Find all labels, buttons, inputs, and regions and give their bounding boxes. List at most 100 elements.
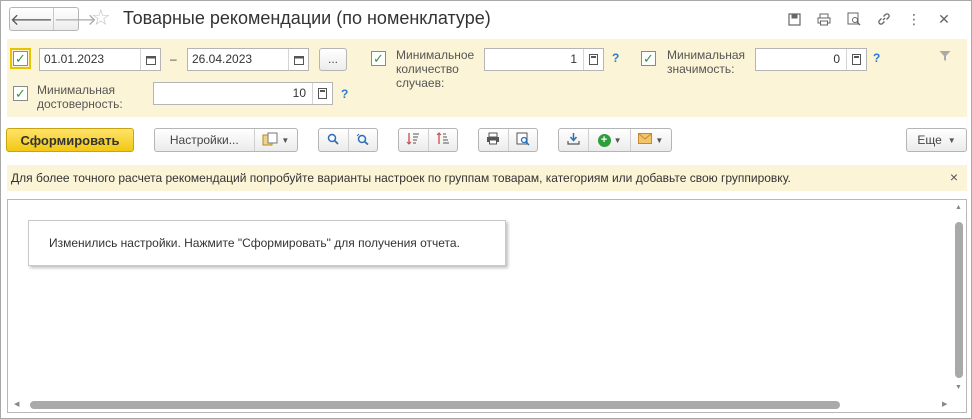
page-title: Товарные рекомендации (по номенклатуре): [123, 8, 491, 28]
min-cases-checkbox[interactable]: ✓: [371, 51, 386, 66]
print-icon[interactable]: [809, 9, 839, 29]
generate-button[interactable]: Сформировать: [6, 128, 134, 152]
check-icon: ✓: [373, 51, 384, 66]
min-cases-label-line3: случаев:: [396, 76, 445, 90]
min-significance-help[interactable]: ?: [873, 51, 880, 65]
print-icon: [486, 132, 500, 148]
find-next-button[interactable]: [347, 129, 377, 151]
print-preview-button[interactable]: [507, 129, 537, 151]
vertical-scroll-thumb[interactable]: [955, 222, 963, 378]
settings-group: Настройки... ▼: [154, 128, 298, 152]
min-reliability-label-line1: Минимальная: [37, 83, 116, 97]
period-checkbox[interactable]: ✓: [10, 48, 31, 69]
close-icon[interactable]: ✕: [929, 9, 959, 29]
calculator-icon[interactable]: [846, 49, 866, 70]
chevron-down-icon: ▼: [655, 135, 664, 145]
calendar-icon[interactable]: [140, 49, 160, 70]
sort-ascending-button[interactable]: [427, 129, 457, 151]
period-separator: –: [170, 52, 177, 66]
scroll-corner: [952, 398, 966, 412]
min-reliability-label: Минимальная достоверность:: [37, 83, 123, 111]
report-area[interactable]: Изменились настройки. Нажмите "Сформиров…: [7, 199, 967, 413]
info-bar: Для более точного расчета рекомендаций п…: [7, 165, 967, 191]
print-group: [478, 128, 538, 152]
vertical-scrollbar[interactable]: ▲ ▼: [952, 200, 966, 412]
variants-dropdown[interactable]: ▼: [253, 129, 297, 151]
date-from-value: 01.01.2023: [44, 52, 105, 66]
filter-icon[interactable]: [939, 50, 951, 65]
save-icon[interactable]: [779, 9, 809, 29]
min-reliability-input[interactable]: 10: [153, 82, 333, 105]
min-reliability-help[interactable]: ?: [341, 87, 348, 101]
preview-icon: [516, 132, 530, 149]
window-actions: ⋮ ✕: [779, 9, 959, 29]
report-window: 🡐 🡒 ☆ Товарные рекомендации (по номенкла…: [0, 0, 972, 419]
download-icon: [567, 132, 580, 148]
check-icon: ✓: [15, 51, 26, 66]
date-to-value: 26.04.2023: [192, 52, 253, 66]
search-next-icon: [356, 133, 370, 148]
add-dropdown[interactable]: + ▼: [588, 129, 629, 151]
scroll-left-icon[interactable]: ◀: [14, 400, 19, 408]
download-button[interactable]: [559, 129, 588, 151]
min-cases-help[interactable]: ?: [612, 51, 619, 65]
more-label: Еще: [917, 133, 942, 147]
calendar-icon[interactable]: [288, 49, 308, 70]
horizontal-scroll-thumb[interactable]: [30, 401, 840, 409]
info-message: Для более точного расчета рекомендаций п…: [11, 171, 791, 185]
scroll-right-icon[interactable]: ▶: [942, 400, 947, 408]
min-reliability-checkbox[interactable]: ✓: [13, 86, 28, 101]
send-dropdown[interactable]: ▼: [629, 129, 671, 151]
sort-group: [398, 128, 458, 152]
more-button[interactable]: Еще ▼: [906, 128, 967, 152]
min-significance-label-line1: Минимальная: [667, 48, 746, 62]
calculator-icon[interactable]: [583, 49, 603, 70]
scroll-up-icon[interactable]: ▲: [955, 204, 962, 211]
settings-button[interactable]: Настройки...: [155, 129, 254, 151]
more-icon[interactable]: ⋮: [899, 9, 929, 29]
star-icon[interactable]: ☆: [91, 6, 111, 30]
search-icon: [327, 133, 340, 148]
title-bar: 🡐 🡒 ☆ Товарные рекомендации (по номенкла…: [1, 1, 971, 37]
arrow-left-icon: 🡐: [10, 11, 53, 29]
link-icon[interactable]: [869, 9, 899, 29]
min-cases-label: Минимальное количество случаев:: [396, 48, 474, 90]
close-icon[interactable]: ×: [950, 169, 958, 185]
print-button[interactable]: [479, 129, 508, 151]
date-from-field[interactable]: 01.01.2023: [39, 48, 161, 71]
min-significance-label-line2: значимость:: [667, 62, 735, 76]
sort-descending-button[interactable]: [399, 129, 428, 151]
find-button[interactable]: [319, 129, 348, 151]
min-significance-label: Минимальная значимость:: [667, 48, 745, 76]
min-reliability-value: 10: [292, 86, 306, 100]
chevron-down-icon: ▼: [947, 135, 956, 145]
min-cases-label-line1: Минимальное: [396, 48, 475, 62]
add-icon: +: [597, 133, 611, 147]
back-button[interactable]: 🡐: [10, 8, 53, 30]
min-significance-checkbox[interactable]: ✓: [641, 51, 656, 66]
report-variants-icon: [262, 132, 278, 149]
chevron-down-icon: ▼: [613, 135, 622, 145]
preview-icon[interactable]: [839, 9, 869, 29]
chevron-down-icon: ▼: [281, 135, 290, 145]
horizontal-scrollbar[interactable]: ◀ ▶: [8, 398, 954, 412]
min-cases-input[interactable]: 1: [484, 48, 604, 71]
min-cases-label-line2: количество: [396, 62, 459, 76]
calculator-icon[interactable]: [312, 83, 332, 104]
min-reliability-label-line2: достоверность:: [37, 97, 123, 111]
min-significance-input[interactable]: 0: [755, 48, 867, 71]
check-icon: ✓: [643, 51, 654, 66]
period-select-button[interactable]: ...: [319, 48, 347, 71]
filter-panel: ✓ 01.01.2023 – 26.04.2023 ... ✓ Минималь…: [7, 39, 967, 117]
settings-changed-notice: Изменились настройки. Нажмите "Сформиров…: [28, 220, 506, 266]
sort-descending-icon: [406, 132, 420, 148]
export-group: + ▼ ▼: [558, 128, 672, 152]
navigation-group: 🡐 🡒: [9, 7, 97, 31]
sort-ascending-icon: [436, 132, 450, 148]
check-icon: ✓: [15, 86, 26, 101]
min-cases-value: 1: [570, 52, 577, 66]
min-significance-value: 0: [833, 52, 840, 66]
scroll-down-icon[interactable]: ▼: [955, 384, 962, 391]
date-to-field[interactable]: 26.04.2023: [187, 48, 309, 71]
mail-icon: [638, 133, 653, 147]
